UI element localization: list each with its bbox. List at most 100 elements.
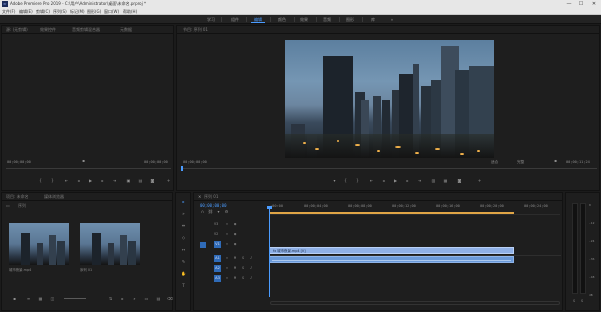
add-button-icon[interactable]: + xyxy=(477,178,482,183)
extract-icon[interactable]: ▦ xyxy=(443,178,448,183)
automate-icon[interactable]: ▸ xyxy=(120,296,125,301)
workspace-tab-color[interactable]: 颜色 xyxy=(275,16,289,23)
track-header-a2[interactable]: A2 ▫ M S ♪ xyxy=(194,265,268,273)
program-panel-title[interactable]: 节目: 序列 01 xyxy=(183,26,208,34)
workspace-tab-learn[interactable]: 学习 xyxy=(204,16,218,23)
project-thumbnail-sequence[interactable] xyxy=(80,223,140,265)
add-marker-icon[interactable]: ▾ xyxy=(332,178,337,183)
program-playhead[interactable] xyxy=(181,166,183,171)
sort-icon[interactable]: ⇅ xyxy=(108,296,113,301)
selection-tool-icon[interactable]: ▸ xyxy=(181,199,186,204)
step-forward-icon[interactable]: ▸ xyxy=(405,178,410,183)
workspace-tab-editing[interactable]: 编辑 xyxy=(251,16,265,23)
menu-help[interactable]: 帮助(H) xyxy=(123,8,137,15)
workspace-tab-audio[interactable]: 音频 xyxy=(320,16,334,23)
razor-tool-icon[interactable]: ◇ xyxy=(181,235,186,240)
icon-view-icon[interactable]: ▦ xyxy=(38,296,43,301)
maximize-button[interactable]: ☐ xyxy=(575,0,587,8)
pen-tool-icon[interactable]: ✎ xyxy=(181,259,186,264)
workspace-tab-effects[interactable]: 效果 xyxy=(297,16,311,23)
microphone-icon[interactable]: ♪ xyxy=(250,276,252,280)
go-to-out-icon[interactable]: ⇥ xyxy=(112,178,117,183)
add-button-icon[interactable]: + xyxy=(166,178,171,183)
track-target-a1[interactable]: A1 xyxy=(214,255,221,262)
lock-icon[interactable]: ▫ xyxy=(226,256,228,260)
program-scrub-bar[interactable] xyxy=(181,168,597,169)
close-button[interactable]: ✕ xyxy=(588,0,600,8)
solo-button[interactable]: S xyxy=(242,276,244,280)
go-to-in-icon[interactable]: ⇤ xyxy=(369,178,374,183)
lock-icon[interactable]: ▫ xyxy=(226,232,228,236)
menu-clip[interactable]: 剪辑(C) xyxy=(36,8,50,15)
step-back-icon[interactable]: ◂ xyxy=(76,178,81,183)
type-tool-icon[interactable]: T xyxy=(181,283,186,288)
track-header-v1[interactable]: V1 ▫ ◉ xyxy=(194,241,268,249)
step-back-icon[interactable]: ◂ xyxy=(381,178,386,183)
new-item-icon[interactable]: ▤ xyxy=(156,296,161,301)
workspace-tab-assembly[interactable]: 组件 xyxy=(228,16,242,23)
solo-left-button[interactable]: S xyxy=(573,299,575,303)
lift-icon[interactable]: ▥ xyxy=(431,178,436,183)
settings-icon[interactable]: ▪ xyxy=(553,158,558,163)
solo-button[interactable]: S xyxy=(242,256,244,260)
delete-icon[interactable]: ⌫ xyxy=(167,296,173,301)
export-frame-icon[interactable]: ◙ xyxy=(457,178,462,183)
program-timecode-current[interactable]: 00;00;00;00 xyxy=(183,160,207,164)
program-fit-select[interactable]: 适合 xyxy=(491,160,498,165)
source-patch-v1[interactable] xyxy=(200,242,206,248)
track-target-a2[interactable]: A2 xyxy=(214,265,221,272)
play-icon[interactable]: ▶ xyxy=(393,178,398,183)
mute-button[interactable]: M xyxy=(234,266,236,270)
project-thumbnail-clip[interactable] xyxy=(9,223,69,265)
eye-icon[interactable]: ◉ xyxy=(234,242,236,246)
source-timecode-current[interactable]: 00;00;00;00 xyxy=(7,160,31,164)
zoom-slider[interactable] xyxy=(64,298,86,299)
timeline-horizontal-scrollbar[interactable] xyxy=(270,301,560,305)
snap-icon[interactable]: ∩ xyxy=(200,209,205,214)
track-header-v3[interactable]: V3 ▫ ◉ xyxy=(194,221,268,229)
menu-window[interactable]: 窗口(W) xyxy=(104,8,119,15)
solo-right-button[interactable]: S xyxy=(581,299,583,303)
mute-button[interactable]: M xyxy=(234,276,236,280)
play-icon[interactable]: ▶ xyxy=(88,178,93,183)
tab-metadata[interactable]: 元数据 xyxy=(120,26,132,34)
settings-icon[interactable]: ▪ xyxy=(81,158,86,163)
freeform-view-icon[interactable]: ◫ xyxy=(50,296,55,301)
export-frame-icon[interactable]: ◙ xyxy=(150,178,155,183)
timeline-ruler[interactable]: :00:00 00;00;04;00 00;00;08;00 00;00;12;… xyxy=(270,203,560,215)
timeline-playhead[interactable] xyxy=(269,207,270,297)
menu-file[interactable]: 文件(F) xyxy=(2,8,15,15)
hand-tool-icon[interactable]: ✋ xyxy=(181,271,186,276)
eye-icon[interactable]: ◉ xyxy=(234,222,236,226)
workspace-tab-graphics[interactable]: 图形 xyxy=(343,16,357,23)
workspace-tab-libraries[interactable]: 库 xyxy=(366,16,380,23)
tab-effect-controls[interactable]: 效果控件 xyxy=(40,26,56,34)
mark-out-icon[interactable]: } xyxy=(50,178,55,183)
mark-in-icon[interactable]: { xyxy=(343,178,348,183)
list-view-icon[interactable]: ≡ xyxy=(26,296,31,301)
menu-marker[interactable]: 标记(M) xyxy=(70,8,85,15)
track-target-v1[interactable]: V1 xyxy=(214,241,221,248)
track-target-a3[interactable]: A3 xyxy=(214,275,221,282)
lock-icon[interactable]: ▪ xyxy=(12,296,17,301)
lock-icon[interactable]: ▫ xyxy=(226,276,228,280)
program-quality-select[interactable]: 完整 xyxy=(517,160,524,165)
insert-icon[interactable]: ▣ xyxy=(126,178,131,183)
playhead-handle[interactable] xyxy=(267,206,272,209)
menu-graphics[interactable]: 图形(G) xyxy=(87,8,101,15)
new-bin-icon[interactable]: ▭ xyxy=(144,296,149,301)
microphone-icon[interactable]: ♪ xyxy=(250,256,252,260)
track-header-a3[interactable]: A3 ▫ M S ♪ xyxy=(194,275,268,283)
overwrite-icon[interactable]: ▤ xyxy=(138,178,143,183)
track-header-a1[interactable]: A1 ▫ M S ♪ xyxy=(194,255,268,263)
video-clip[interactable]: fx 城市夜景.mp4 [V] xyxy=(269,247,514,254)
ripple-edit-tool-icon[interactable]: ⇹ xyxy=(181,223,186,228)
audio-clip[interactable] xyxy=(269,256,514,263)
go-to-out-icon[interactable]: ⇥ xyxy=(417,178,422,183)
menu-sequence[interactable]: 序列(S) xyxy=(53,8,67,15)
tab-project[interactable]: 项目: 未命名 xyxy=(6,193,29,201)
tab-source[interactable]: 源: (无剪辑) xyxy=(6,26,28,34)
mark-in-icon[interactable]: { xyxy=(38,178,43,183)
tab-media-browser[interactable]: 媒体浏览器 xyxy=(44,193,64,201)
workspace-overflow-icon[interactable]: » xyxy=(388,16,396,23)
